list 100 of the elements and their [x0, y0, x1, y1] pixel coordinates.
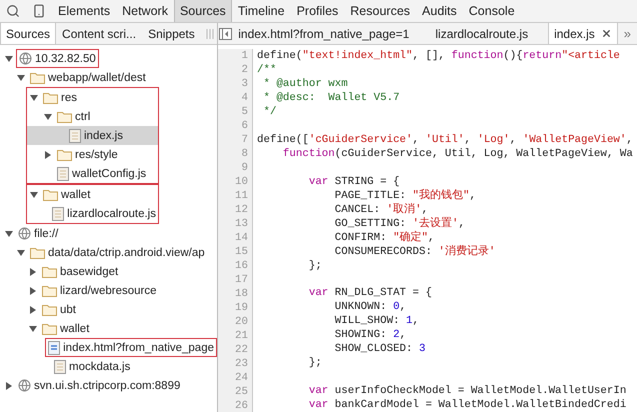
expanded-arrow-icon[interactable]	[4, 230, 12, 238]
navigator-tab[interactable]: Sources	[0, 23, 56, 44]
tree-item[interactable]: lizard/webresource	[0, 281, 217, 300]
editor-tab[interactable]: index.js	[548, 23, 618, 44]
code-line: var bankCardModel = WalletModel.WalletBindedCredi	[308, 398, 628, 412]
line-number: 24	[234, 371, 249, 385]
folder-icon	[57, 148, 72, 160]
code-line: SHOW_CLOSED: 3	[334, 342, 426, 356]
editor-tab[interactable]: lizardlocalroute.js	[429, 23, 534, 44]
collapsed-arrow-icon[interactable]	[4, 382, 12, 390]
more-tabs-button[interactable]: »	[618, 23, 637, 44]
navigator-tab[interactable]: Snippets	[142, 23, 201, 44]
panel-tab[interactable]: Resources	[344, 0, 416, 22]
tree-item[interactable]: ubt	[0, 300, 217, 319]
tree-item[interactable]: 10.32.82.50	[0, 49, 217, 68]
code-line: define(['cGuiderService', 'Util', 'Log', 'WalletPageView',	[257, 132, 633, 147]
line-number: 19	[234, 301, 249, 315]
code-line: * @desc: Wallet V5.7	[262, 91, 401, 105]
line-number: 15	[234, 245, 249, 259]
code-line: define("text!index_html", [], function(){return"<article	[257, 49, 621, 63]
tree-item[interactable]: res	[27, 88, 158, 107]
line-number: 13	[234, 217, 249, 231]
tree-item[interactable]: res/style	[27, 145, 158, 164]
file-icon	[69, 128, 81, 142]
navigator-tab[interactable]: Content scri...	[56, 23, 142, 44]
tree-item[interactable]: webapp/wallet/dest	[0, 68, 217, 87]
globe-icon	[19, 52, 32, 65]
tree-item-label: ctrl	[75, 110, 90, 122]
collapsed-arrow-icon[interactable]	[28, 286, 36, 294]
tree-item[interactable]: index.html?from_native_page	[0, 338, 217, 357]
panel-tab[interactable]: Network	[116, 0, 174, 22]
line-number: 2	[240, 63, 249, 77]
tree-item-label: index.html?from_native_page	[63, 342, 214, 354]
folder-icon	[43, 92, 58, 104]
tree-item-label: lizard/webresource	[60, 284, 157, 296]
tree-item-label: file://	[34, 228, 58, 240]
expanded-arrow-icon[interactable]	[30, 190, 38, 198]
tree-item-label: lizardlocalroute.js	[67, 208, 156, 220]
code-line: CANCEL: '取消',	[334, 202, 430, 216]
code-line: PAGE_TITLE: "我的钱包",	[334, 188, 477, 202]
code-line: };	[308, 356, 323, 370]
folder-icon	[42, 284, 57, 296]
code-line: SHOWING: 2,	[334, 328, 408, 342]
folder-icon	[42, 304, 57, 316]
code-line: CONSUMERECORDS: '消费记录'	[334, 244, 496, 258]
line-number: 16	[234, 259, 249, 273]
sidebar-toggle-icon[interactable]	[218, 28, 232, 40]
folder-icon	[42, 266, 57, 278]
tree-item[interactable]: mockdata.js	[0, 357, 217, 376]
line-number: 4	[240, 91, 249, 105]
tree-item-label: mockdata.js	[69, 360, 130, 372]
tree-item[interactable]: file://	[0, 224, 217, 243]
code-line: };	[308, 258, 323, 272]
tree-item[interactable]: wallet	[27, 185, 158, 204]
line-number: 17	[234, 273, 249, 287]
panel-tab[interactable]: Sources	[174, 0, 232, 22]
device-mode-icon[interactable]	[32, 4, 46, 18]
collapsed-arrow-icon[interactable]	[44, 150, 52, 158]
web-page-icon	[48, 340, 60, 354]
panel-tab[interactable]: Elements	[52, 0, 116, 22]
tree-item[interactable]: walletConfig.js	[27, 164, 158, 183]
panel-tab[interactable]: Profiles	[290, 0, 344, 22]
panel-tab[interactable]: Console	[462, 0, 521, 22]
tree-item[interactable]: data/data/ctrip.android.view/ap	[0, 243, 217, 262]
grip-icon[interactable]	[206, 28, 214, 38]
tree-item-label: res	[61, 92, 77, 104]
expanded-arrow-icon[interactable]	[4, 54, 12, 62]
tree-item[interactable]: lizardlocalroute.js	[27, 204, 158, 223]
tree-item[interactable]: ctrl	[27, 107, 158, 126]
expanded-arrow-icon[interactable]	[16, 248, 24, 256]
collapsed-arrow-icon[interactable]	[28, 306, 36, 314]
folder-icon	[42, 322, 57, 334]
collapsed-arrow-icon[interactable]	[28, 268, 36, 276]
line-number: 22	[234, 343, 249, 357]
line-number: 7	[240, 133, 249, 147]
expanded-arrow-icon[interactable]	[28, 324, 36, 332]
line-number: 10	[234, 175, 249, 189]
tree-item[interactable]: basewidget	[0, 262, 217, 281]
line-number: 8	[240, 147, 249, 161]
close-icon[interactable]	[600, 28, 612, 39]
tree-item-label: wallet	[61, 188, 90, 200]
panel-tab[interactable]: Timeline	[232, 0, 291, 22]
tree-item[interactable]: wallet	[0, 319, 217, 338]
globe-icon	[18, 227, 31, 240]
line-number: 1	[240, 49, 249, 63]
code-line: var userInfoCheckModel = WalletModel.WalletUserIn	[308, 384, 628, 398]
editor-tab[interactable]: index.html?from_native_page=1	[232, 23, 416, 44]
expanded-arrow-icon[interactable]	[44, 112, 52, 120]
panel-tab[interactable]: Audits	[416, 0, 463, 22]
expanded-arrow-icon[interactable]	[30, 94, 38, 102]
line-number: 11	[234, 189, 249, 203]
search-icon[interactable]	[6, 4, 20, 18]
tree-item[interactable]: index.js	[27, 126, 158, 145]
code-line: CONFIRM: "确定",	[334, 230, 436, 244]
expanded-arrow-icon[interactable]	[16, 74, 24, 82]
tree-item[interactable]: svn.ui.sh.ctripcorp.com:8899	[0, 376, 217, 395]
folder-icon	[57, 110, 72, 122]
code-line: WILL_SHOW: 1,	[334, 314, 420, 328]
line-number: 14	[234, 231, 249, 245]
tree-item-label: webapp/wallet/dest	[48, 72, 146, 84]
